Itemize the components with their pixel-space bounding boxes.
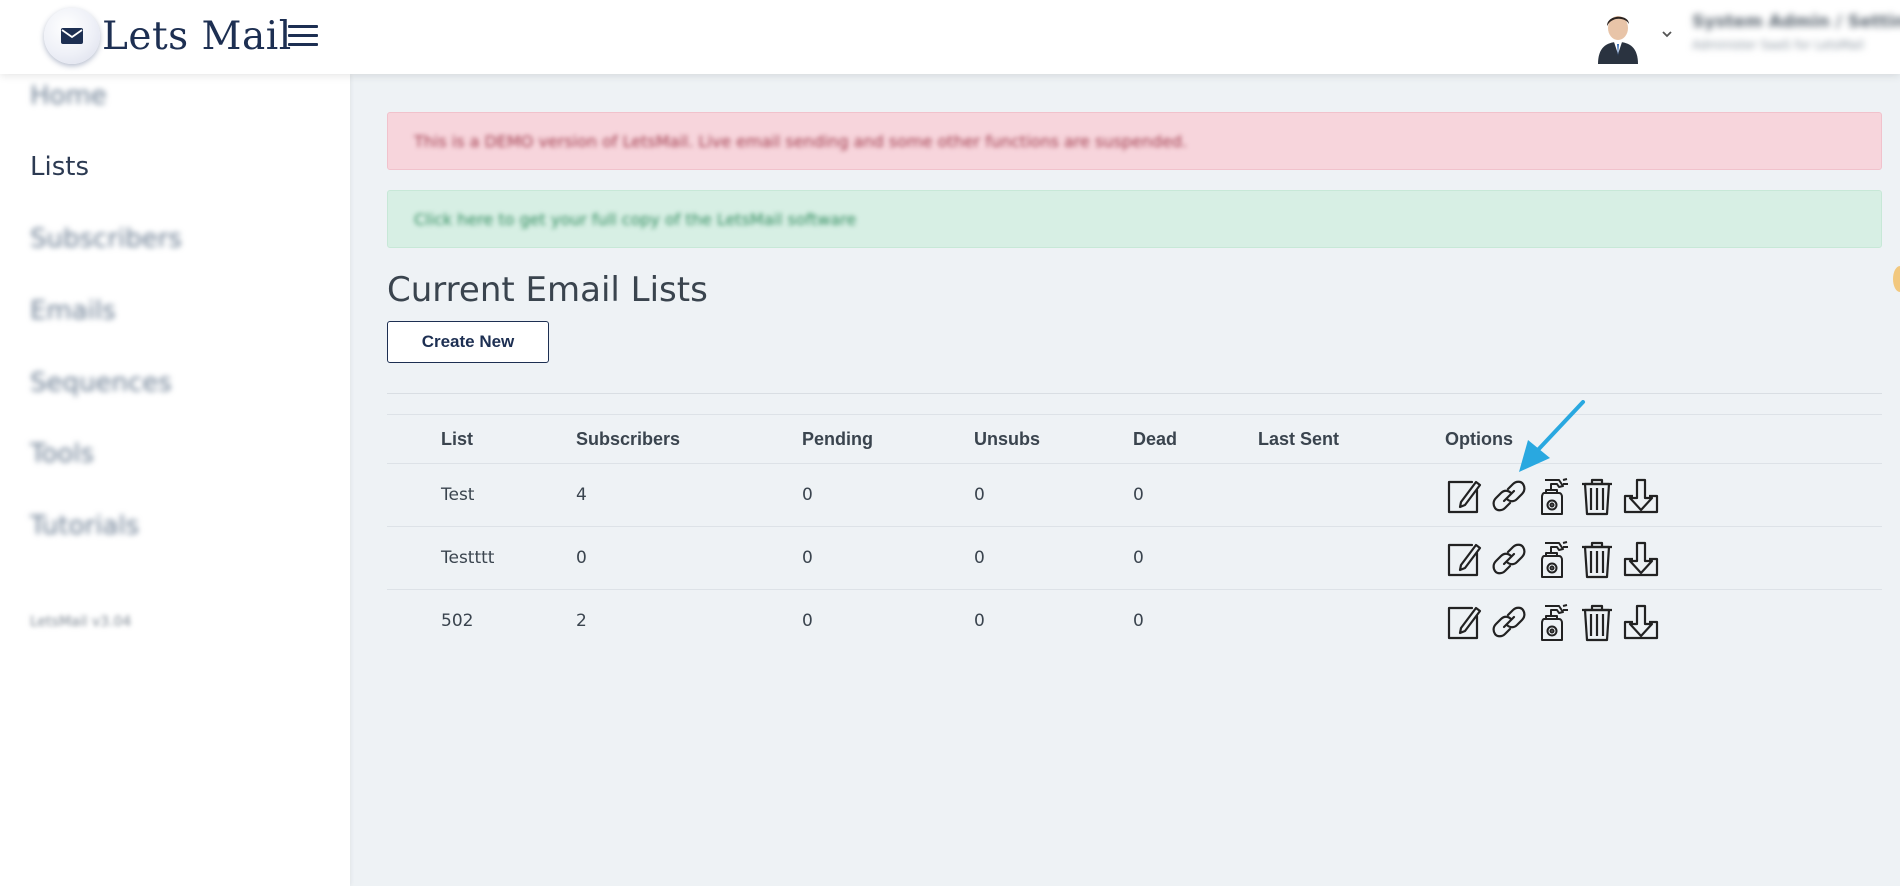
unsubs-cell: 0 <box>974 548 985 568</box>
table-row: 502 2 0 0 0 <box>387 589 1882 652</box>
unsubs-cell: 0 <box>974 611 985 631</box>
menu-toggle-icon[interactable] <box>286 22 320 50</box>
user-avatar[interactable] <box>1594 8 1642 64</box>
link-icon[interactable] <box>1489 476 1529 516</box>
column-header-pending: Pending <box>802 428 873 449</box>
clean-spray-icon[interactable] <box>1533 476 1573 516</box>
dead-cell: 0 <box>1133 548 1144 568</box>
subscribers-cell: 4 <box>576 485 587 505</box>
edit-icon[interactable] <box>1445 476 1485 516</box>
app-title: Lets Mail <box>102 13 292 59</box>
user-menu[interactable]: System Admin / Settings Administer SaaS … <box>1692 12 1900 52</box>
row-options <box>1445 602 1665 642</box>
demo-alert-text: This is a DEMO version of LetsMail. Live… <box>414 131 1188 151</box>
sidebar: Home Lists Subscribers Emails Sequences … <box>0 74 350 886</box>
table-row: Testttt 0 0 0 0 <box>387 526 1882 589</box>
clean-spray-icon[interactable] <box>1533 539 1573 579</box>
row-options <box>1445 476 1665 516</box>
clean-spray-icon[interactable] <box>1533 602 1573 642</box>
logo[interactable]: Lets Mail <box>44 8 292 64</box>
pending-cell: 0 <box>802 548 813 568</box>
dead-cell: 0 <box>1133 485 1144 505</box>
column-header-last-sent: Last Sent <box>1258 428 1340 449</box>
table-header-row: List Subscribers Pending Unsubs Dead Las… <box>387 414 1882 463</box>
column-header-options: Options <box>1445 428 1513 449</box>
user-subtitle: Administer SaaS for LetsMail <box>1692 38 1864 52</box>
pending-cell: 0 <box>802 611 813 631</box>
trash-icon[interactable] <box>1577 602 1617 642</box>
mail-logo-icon <box>44 8 100 64</box>
edit-icon[interactable] <box>1445 602 1485 642</box>
user-name: System Admin / Settings <box>1692 12 1900 32</box>
list-name-cell: Testttt <box>441 548 495 568</box>
top-bar: Lets Mail System Admin / Settings Admini… <box>0 0 1900 74</box>
sidebar-item-home[interactable]: Home <box>30 81 107 111</box>
purchase-alert-link[interactable]: Click here to get your full copy of the … <box>414 210 856 229</box>
column-header-unsubs: Unsubs <box>974 428 1041 449</box>
sidebar-item-tutorials[interactable]: Tutorials <box>30 511 139 541</box>
column-header-dead: Dead <box>1133 428 1178 449</box>
subscribers-cell: 2 <box>576 611 587 631</box>
trash-icon[interactable] <box>1577 539 1617 579</box>
trash-icon[interactable] <box>1577 476 1617 516</box>
email-lists-table: List Subscribers Pending Unsubs Dead Las… <box>387 414 1882 652</box>
divider <box>387 393 1882 394</box>
list-name-cell: Test <box>441 485 475 505</box>
table-row: Test 4 0 0 0 <box>387 463 1882 526</box>
link-icon[interactable] <box>1489 539 1529 579</box>
annotation-arrow-icon <box>1519 400 1585 472</box>
demo-alert: This is a DEMO version of LetsMail. Live… <box>387 112 1882 170</box>
column-header-subscribers: Subscribers <box>576 428 681 449</box>
dead-cell: 0 <box>1133 611 1144 631</box>
sidebar-item-subscribers[interactable]: Subscribers <box>30 224 182 254</box>
version-label: LetsMail v3.04 <box>30 614 132 630</box>
chevron-down-icon[interactable] <box>1660 26 1674 40</box>
list-name-cell: 502 <box>441 611 474 631</box>
edit-icon[interactable] <box>1445 539 1485 579</box>
sidebar-item-sequences[interactable]: Sequences <box>30 368 172 398</box>
pending-cell: 0 <box>802 485 813 505</box>
download-icon[interactable] <box>1621 539 1661 579</box>
create-new-button[interactable]: Create New <box>387 321 549 363</box>
sidebar-item-tools[interactable]: Tools <box>30 439 94 469</box>
help-widget-icon[interactable] <box>1893 266 1900 292</box>
row-options <box>1445 539 1665 579</box>
unsubs-cell: 0 <box>974 485 985 505</box>
column-header-list: List <box>441 428 474 449</box>
link-icon[interactable] <box>1489 602 1529 642</box>
download-icon[interactable] <box>1621 602 1661 642</box>
sidebar-item-emails[interactable]: Emails <box>30 296 116 326</box>
purchase-alert[interactable]: Click here to get your full copy of the … <box>387 190 1882 248</box>
download-icon[interactable] <box>1621 476 1661 516</box>
sidebar-item-lists[interactable]: Lists <box>30 152 89 182</box>
page-title: Current Email Lists <box>387 270 708 310</box>
subscribers-cell: 0 <box>576 548 587 568</box>
